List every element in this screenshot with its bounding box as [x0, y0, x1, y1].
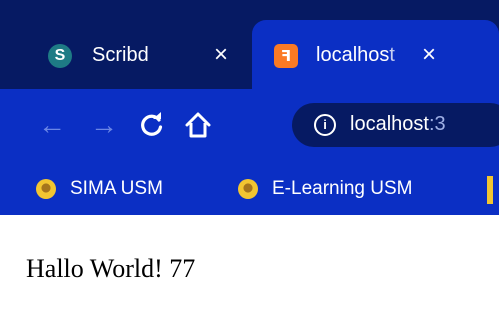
- info-icon[interactable]: i: [314, 114, 336, 136]
- xampp-icon: ꟻ: [274, 44, 298, 68]
- bookmark-label: E-Learning USM: [272, 178, 413, 199]
- tab-localhost[interactable]: ꟻ localhost ×: [252, 20, 499, 89]
- reload-icon-glyph: [141, 112, 163, 136]
- bookmark-folder-icon[interactable]: [487, 176, 493, 204]
- tab-title: localhost: [316, 44, 395, 66]
- close-icon[interactable]: ×: [214, 42, 228, 68]
- home-icon[interactable]: [180, 107, 216, 143]
- bookmark-sima-usm[interactable]: SIMA USM: [36, 176, 163, 202]
- scribd-icon: S: [48, 44, 72, 68]
- tab-scribd[interactable]: S Scribd ×: [10, 20, 243, 89]
- forward-arrow-icon[interactable]: →: [86, 107, 122, 143]
- url-host: localhost: [350, 113, 429, 135]
- page-content: Hallo World! 77: [0, 215, 499, 324]
- usm-logo-icon: [36, 179, 56, 199]
- tab-strip: S Scribd × ꟻ localhost ×: [0, 0, 499, 89]
- bookmarks-bar: SIMA USM E-Learning USM: [0, 164, 499, 215]
- page-text: Hallo World! 77: [26, 254, 196, 283]
- usm-logo-icon: [238, 179, 258, 199]
- reload-icon[interactable]: [134, 107, 170, 143]
- back-arrow-icon[interactable]: ←: [34, 107, 70, 143]
- close-icon[interactable]: ×: [422, 42, 436, 68]
- address-bar[interactable]: i localhost:3: [292, 103, 499, 147]
- bookmark-e-learning-usm[interactable]: E-Learning USM: [238, 176, 412, 202]
- bookmark-label: SIMA USM: [70, 178, 163, 199]
- tab-title: Scribd: [92, 44, 149, 66]
- url-text: localhost:3: [350, 113, 446, 136]
- browser-toolbar: ← → i localhost:3: [0, 89, 499, 164]
- home-icon-glyph: [185, 112, 211, 138]
- url-port: :3: [428, 113, 446, 135]
